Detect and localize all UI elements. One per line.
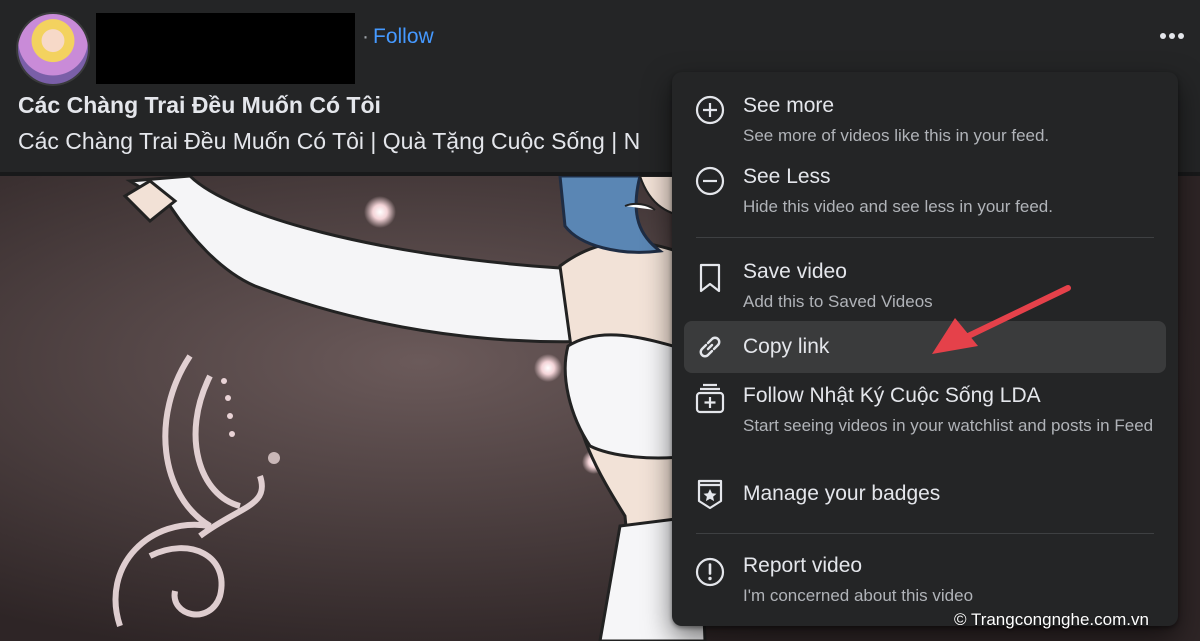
- menu-item-label: See more: [743, 94, 835, 117]
- menu-item-label: See Less: [743, 165, 831, 188]
- more-options-button[interactable]: [1152, 22, 1192, 50]
- video-description: Các Chàng Trai Đều Muốn Có Tôi | Quà Tặn…: [18, 128, 641, 154]
- badge-icon: [694, 478, 726, 510]
- plus-circle-icon: [694, 94, 726, 126]
- menu-item-description: I'm concerned about this video: [743, 586, 974, 605]
- menu-item-save-video[interactable]: Save video Add this to Saved Videos: [684, 254, 1166, 316]
- menu-item-label: Save video: [743, 260, 847, 283]
- menu-item-see-more[interactable]: See more See more of videos like this in…: [684, 88, 1166, 158]
- menu-item-label: Copy link: [743, 335, 830, 358]
- menu-item-label: Report video: [743, 554, 863, 577]
- menu-item-see-less[interactable]: See Less Hide this video and see less in…: [684, 159, 1166, 229]
- video-title: Các Chàng Trai Đều Muốn Có Tôi: [18, 92, 381, 118]
- redacted-page-name: [96, 13, 355, 84]
- menu-item-follow-page[interactable]: Follow Nhật Ký Cuộc Sống LDA Start seein…: [684, 378, 1166, 462]
- video-options-menu: See more See more of videos like this in…: [672, 72, 1178, 626]
- page-avatar[interactable]: [18, 14, 88, 84]
- report-icon: [694, 556, 726, 588]
- menu-item-manage-badges[interactable]: Manage your badges: [684, 472, 1166, 520]
- menu-item-label: Follow Nhật Ký Cuộc Sống LDA: [743, 384, 1041, 407]
- link-icon: [694, 331, 726, 363]
- minus-circle-icon: [694, 165, 726, 197]
- more-dots-icon: [1160, 33, 1184, 39]
- menu-divider: [696, 237, 1154, 238]
- menu-divider: [696, 533, 1154, 534]
- menu-item-description: Add this to Saved Videos: [743, 292, 933, 311]
- menu-item-description: Start seeing videos in your watchlist an…: [743, 416, 1154, 435]
- menu-item-description: See more of videos like this in your fee…: [743, 126, 1050, 145]
- menu-item-report-video[interactable]: Report video I'm concerned about this vi…: [684, 548, 1166, 614]
- bookmark-icon: [694, 262, 726, 294]
- menu-item-label: Manage your badges: [743, 482, 941, 505]
- menu-item-description: Hide this video and see less in your fee…: [743, 197, 1053, 216]
- separator-dot: ·: [362, 25, 369, 48]
- watermark-text: © Trangcongnghe.com.vn: [954, 610, 1149, 629]
- follow-button[interactable]: · Follow: [362, 25, 434, 49]
- follow-label: Follow: [373, 25, 434, 48]
- menu-item-copy-link[interactable]: Copy link: [684, 321, 1166, 373]
- watchlist-add-icon: [694, 382, 726, 414]
